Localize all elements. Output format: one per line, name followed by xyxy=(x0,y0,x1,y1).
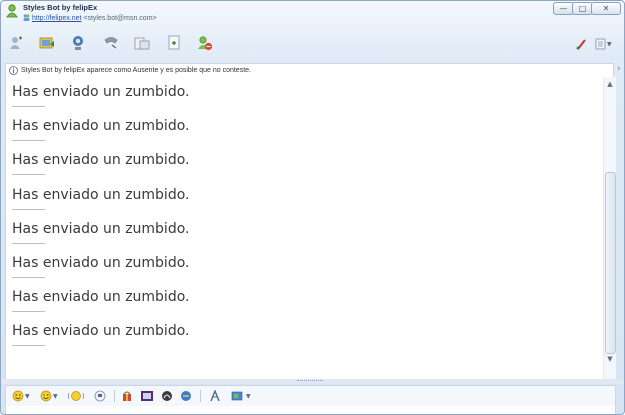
message-item: Has enviado un zumbido. xyxy=(12,286,597,320)
share-folder-button[interactable] xyxy=(133,34,151,52)
message-list: Has enviado un zumbido. Has enviado un zu… xyxy=(12,81,597,355)
gift-button[interactable] xyxy=(121,389,133,403)
chevron-down-icon: ▼ xyxy=(246,392,251,400)
message-text: Has enviado un zumbido. xyxy=(12,186,190,203)
message-item: Has enviado un zumbido. xyxy=(12,218,597,252)
message-text: Has enviado un zumbido. xyxy=(12,289,190,306)
webcam-icon xyxy=(73,36,83,50)
color-icon xyxy=(231,391,243,401)
message-separator xyxy=(12,345,45,347)
conversation-scrollbar[interactable]: ▲ ▼ xyxy=(603,77,616,379)
main-toolbar: ▼ xyxy=(1,31,624,57)
message-text: Has enviado un zumbido. xyxy=(12,323,190,340)
message-item: Has enviado un zumbido. xyxy=(12,252,597,286)
message-separator xyxy=(12,140,45,142)
message-separator xyxy=(12,174,45,176)
voice-clip-icon xyxy=(94,390,106,402)
contact-website-link[interactable]: http://felipex.net xyxy=(32,15,81,22)
games-small-icon xyxy=(181,391,191,401)
message-item: Has enviado un zumbido. xyxy=(12,184,597,218)
paint-brush-icon xyxy=(576,39,586,50)
message-item: Has enviado un zumbido. xyxy=(12,320,597,354)
block-icon xyxy=(198,36,213,51)
block-button[interactable] xyxy=(196,34,214,52)
message-separator xyxy=(12,276,45,278)
games-button[interactable] xyxy=(165,34,183,52)
webcam-button[interactable] xyxy=(69,34,87,52)
chevron-down-icon: ▼ xyxy=(25,392,30,400)
scroll-up-icon[interactable]: ▲ xyxy=(604,78,616,90)
minimize-button[interactable]: — xyxy=(553,2,574,15)
close-button[interactable]: ✕ xyxy=(591,2,621,15)
message-text: Has enviado un zumbido. xyxy=(12,84,190,100)
message-separator xyxy=(12,242,45,244)
font-button[interactable] xyxy=(209,389,223,403)
call-icon xyxy=(104,37,118,49)
maximize-button[interactable]: □ xyxy=(572,2,593,15)
nudge-button[interactable] xyxy=(68,389,84,403)
message-input[interactable] xyxy=(5,406,616,414)
window-title: Styles Bot by felipEx xyxy=(23,3,98,12)
close-icon: ✕ xyxy=(602,3,610,13)
emoticon-icon xyxy=(12,390,24,402)
message-text: Has enviado un zumbido. xyxy=(12,254,190,271)
nudge-icon xyxy=(68,391,84,401)
games-small-button[interactable] xyxy=(180,389,192,403)
gift-icon xyxy=(123,391,131,401)
message-text: Has enviado un zumbido. xyxy=(12,220,190,237)
emoticon-button[interactable]: ▼ xyxy=(12,389,30,403)
paint-brush-button[interactable] xyxy=(576,37,588,51)
message-separator xyxy=(12,311,45,313)
status-info-text: Styles Bot by felipEx aparece como Ausen… xyxy=(21,67,251,74)
send-files-button[interactable] xyxy=(38,34,56,52)
title-bar: Styles Bot by felipEx http://felipex.net… xyxy=(1,1,624,29)
contact-email: <styles.bot@msn.com> xyxy=(83,15,157,22)
ink-icon xyxy=(162,391,172,401)
voice-clip-button[interactable] xyxy=(94,389,106,403)
ink-button[interactable] xyxy=(161,389,173,403)
send-files-icon xyxy=(39,37,54,49)
message-text: Has enviado un zumbido. xyxy=(12,118,190,135)
splitter-grip[interactable] xyxy=(297,380,323,383)
color-button[interactable]: ▼ xyxy=(231,389,251,403)
status-info-bar: Styles Bot by felipEx aparece como Ausen… xyxy=(5,63,614,78)
invite-contact-button[interactable] xyxy=(7,34,25,52)
info-icon xyxy=(9,66,18,75)
chevron-down-icon: ▼ xyxy=(607,40,612,48)
format-toolbar: ▼ ▼ ▼ xyxy=(5,385,616,406)
games-icon xyxy=(168,35,180,50)
toolbar-divider xyxy=(114,390,115,402)
message-separator xyxy=(12,106,45,107)
pane-splitter[interactable] xyxy=(1,379,624,384)
toolbar-divider xyxy=(200,390,201,402)
messenger-buddy-icon xyxy=(6,4,18,18)
menu-icon xyxy=(595,38,606,50)
chat-window: Styles Bot by felipEx http://felipex.net… xyxy=(0,0,625,415)
message-item: Has enviado un zumbido. xyxy=(12,115,597,149)
chevron-right-icon[interactable]: › xyxy=(617,64,621,74)
scroll-thumb[interactable] xyxy=(605,172,616,354)
invite-contact-icon xyxy=(10,36,22,49)
minimize-icon: — xyxy=(559,3,568,13)
message-item: Has enviado un zumbido. xyxy=(12,149,597,183)
font-icon xyxy=(210,390,220,402)
background-icon xyxy=(141,391,153,401)
wink-icon xyxy=(40,390,52,402)
message-text: Has enviado un zumbido. xyxy=(12,152,190,169)
call-button[interactable] xyxy=(102,34,120,52)
share-folder-icon xyxy=(134,37,150,50)
background-button[interactable] xyxy=(140,389,154,403)
contacts-icon xyxy=(23,14,30,21)
chevron-down-icon: ▼ xyxy=(53,392,58,400)
contact-subline: http://felipex.net <styles.bot@msn.com> xyxy=(23,14,157,22)
show-menu-button[interactable]: ▼ xyxy=(595,37,612,51)
scroll-down-icon[interactable]: ▼ xyxy=(604,353,616,365)
conversation-pane: Has enviado un zumbido. Has enviado un zu… xyxy=(5,77,616,379)
wink-button[interactable]: ▼ xyxy=(40,389,58,403)
message-item: Has enviado un zumbido. xyxy=(12,81,597,115)
message-separator xyxy=(12,208,45,210)
maximize-icon: □ xyxy=(578,3,587,13)
